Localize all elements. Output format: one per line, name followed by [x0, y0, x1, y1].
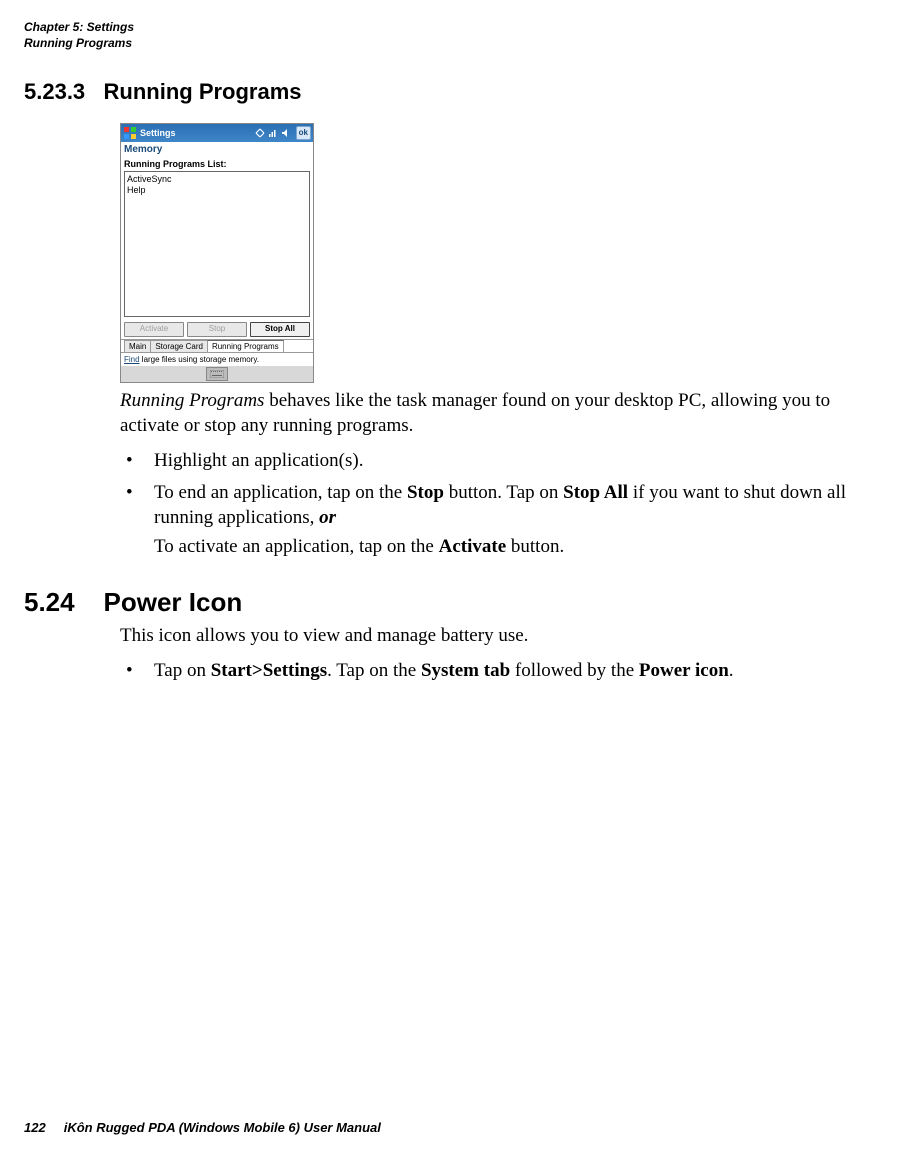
- start-icon[interactable]: [123, 126, 137, 140]
- bullet-power-steps: Tap on Start>Settings. Tap on the System…: [120, 659, 882, 684]
- find-text: large files using storage memory.: [140, 355, 259, 364]
- text-fragment: To activate an application, tap on the: [154, 536, 439, 557]
- ok-button[interactable]: ok: [296, 126, 311, 140]
- text-fragment: To end an application, tap on the: [154, 482, 407, 503]
- bold-power-icon: Power icon: [639, 660, 729, 681]
- signal-icon[interactable]: [267, 127, 279, 139]
- tab-main[interactable]: Main: [124, 340, 151, 352]
- bold-stop: Stop: [407, 482, 444, 503]
- heading-title: Running Programs: [104, 79, 302, 104]
- tab-row: Main Storage Card Running Programs: [121, 339, 313, 353]
- bold-activate: Activate: [439, 536, 507, 557]
- running-programs-list[interactable]: ActiveSync Help: [124, 171, 310, 317]
- stop-button[interactable]: Stop: [187, 322, 247, 337]
- bold-stop-all: Stop All: [563, 482, 628, 503]
- screenshot-running-programs: Settings ok Memory Running Programs List…: [120, 123, 314, 383]
- titlebar: Settings ok: [121, 124, 313, 142]
- page-footer: 122 iKôn Rugged PDA (Windows Mobile 6) Us…: [24, 1120, 381, 1135]
- connectivity-icon[interactable]: [254, 127, 266, 139]
- activate-button[interactable]: Activate: [124, 322, 184, 337]
- list-label: Running Programs List:: [121, 157, 313, 171]
- bullet-stop-activate: To end an application, tap on the Stop b…: [120, 481, 882, 559]
- bullet-highlight: Highlight an application(s).: [120, 449, 882, 474]
- chapter-header: Chapter 5: Settings: [24, 20, 892, 36]
- tab-storage-card[interactable]: Storage Card: [150, 340, 208, 352]
- power-icon-intro: This icon allows you to view and manage …: [120, 624, 882, 649]
- text-fragment: Tap on: [154, 660, 211, 681]
- list-item[interactable]: ActiveSync: [127, 174, 307, 185]
- sip-bar: [121, 366, 313, 382]
- stop-all-button[interactable]: Stop All: [250, 322, 310, 337]
- memory-label: Memory: [121, 142, 313, 157]
- heading-5-23-3: 5.23.3 Running Programs: [24, 79, 892, 105]
- em-running-programs: Running Programs: [120, 390, 264, 411]
- find-row: Find large files using storage memory.: [121, 353, 313, 366]
- keyboard-icon[interactable]: [206, 367, 228, 381]
- heading-title: Power Icon: [104, 587, 243, 617]
- tab-running-programs[interactable]: Running Programs: [207, 340, 284, 352]
- running-programs-intro: Running Programs behaves like the task m…: [120, 389, 882, 438]
- list-item[interactable]: Help: [127, 185, 307, 196]
- bold-or: or: [319, 507, 336, 528]
- manual-title: iKôn Rugged PDA (Windows Mobile 6) User …: [64, 1120, 381, 1135]
- text-fragment: . Tap on the: [327, 660, 421, 681]
- text-fragment: button.: [506, 536, 564, 557]
- window-title: Settings: [140, 128, 251, 138]
- section-header: Running Programs: [24, 36, 892, 52]
- heading-number: 5.23.3: [24, 79, 85, 104]
- text-fragment: .: [729, 660, 734, 681]
- heading-5-24: 5.24 Power Icon: [24, 587, 892, 618]
- bold-start-settings: Start>Settings: [211, 660, 327, 681]
- bold-system-tab: System tab: [421, 660, 510, 681]
- page-number: 122: [24, 1120, 46, 1135]
- speaker-icon[interactable]: [280, 127, 292, 139]
- text-fragment: button. Tap on: [444, 482, 563, 503]
- find-link[interactable]: Find: [124, 355, 140, 364]
- heading-number: 5.24: [24, 587, 75, 617]
- text-fragment: followed by the: [510, 660, 639, 681]
